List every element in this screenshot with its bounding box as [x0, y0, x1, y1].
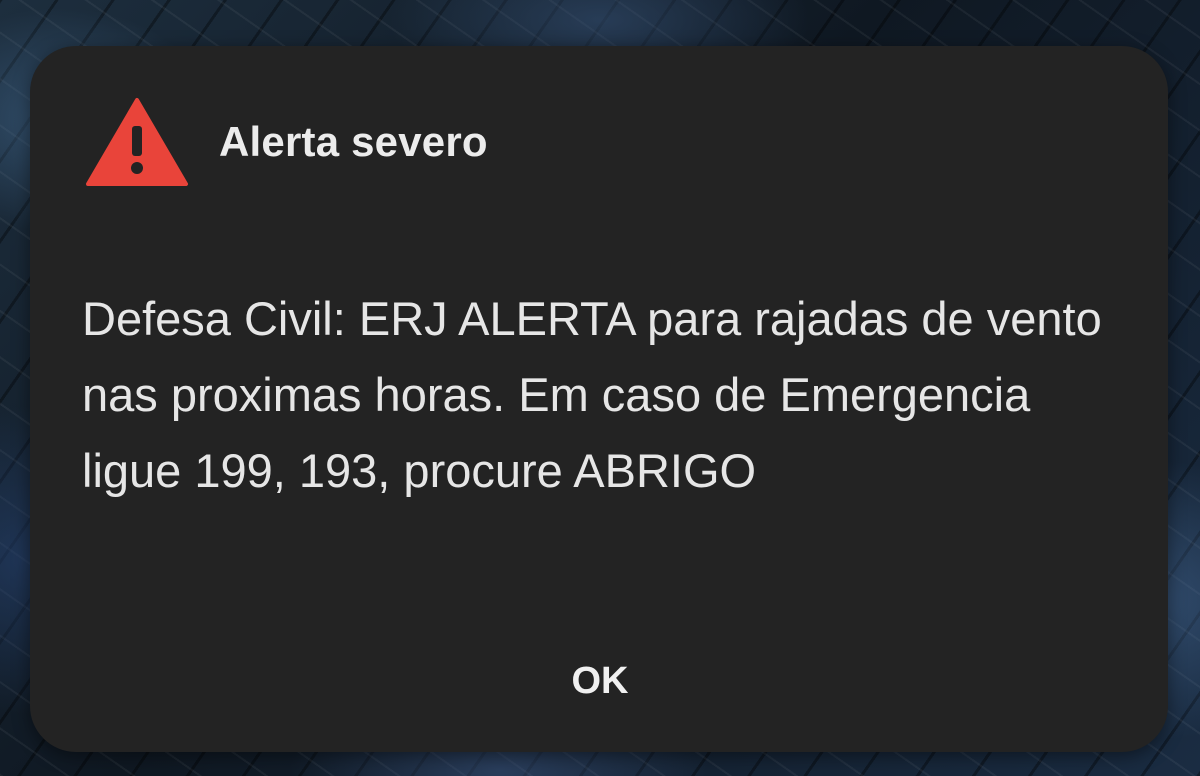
warning-triangle-icon — [86, 98, 188, 186]
alert-title: Alerta severo — [219, 118, 488, 165]
ok-button[interactable]: OK — [530, 646, 670, 716]
alert-header: Alerta severo — [85, 96, 488, 188]
emergency-alert-dialog: Alerta severo Defesa Civil: ERJ ALERTA p… — [30, 46, 1168, 752]
alert-message: Defesa Civil: ERJ ALERTA para rajadas de… — [82, 292, 1102, 497]
